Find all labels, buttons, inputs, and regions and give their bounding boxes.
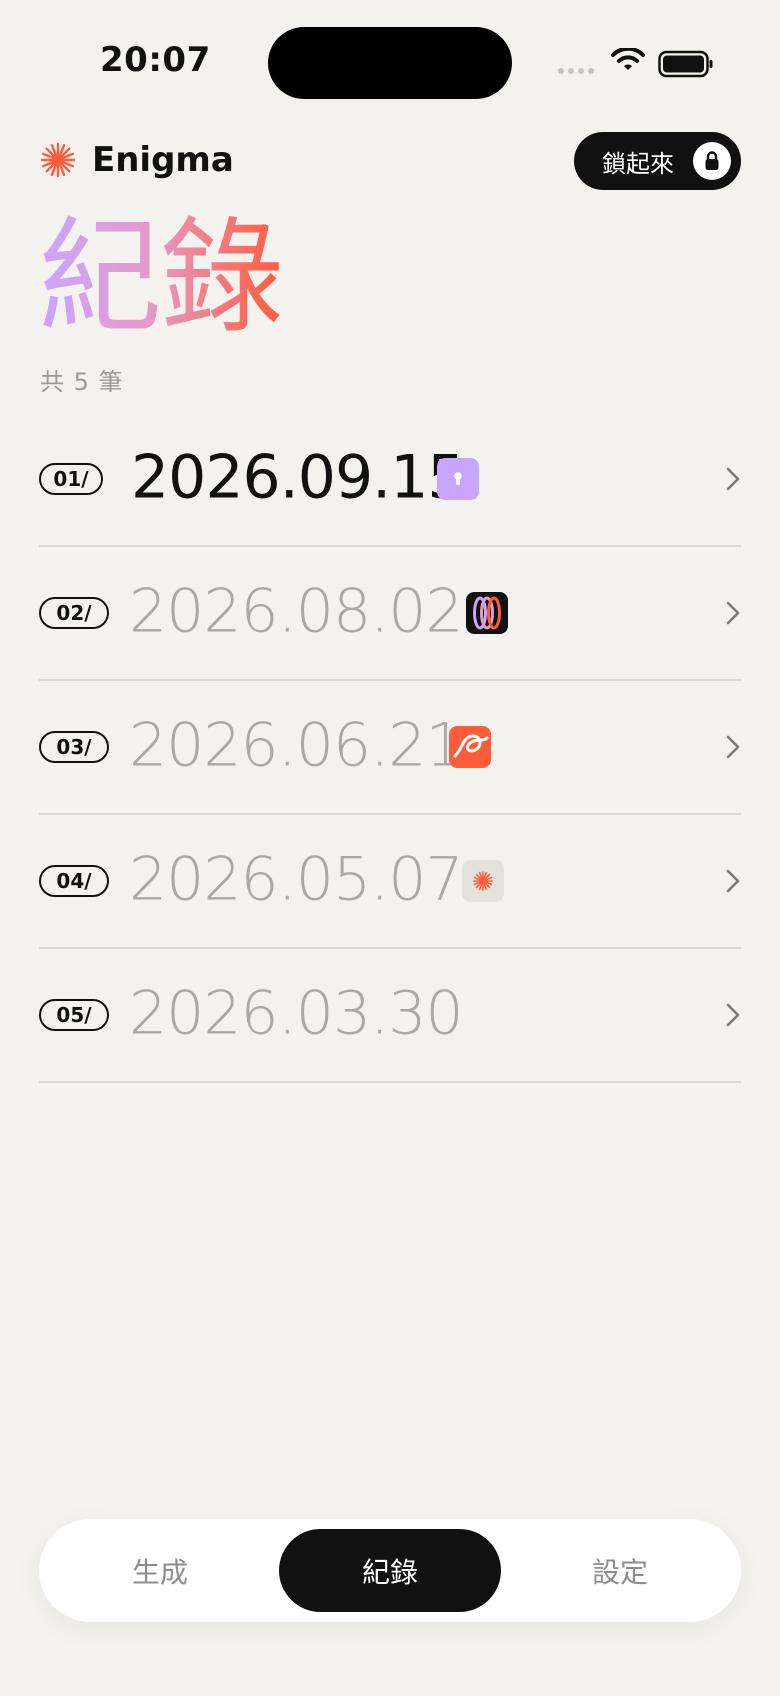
record-index: 04/ — [39, 865, 109, 897]
record-row-1[interactable]: 01/ 2026.09.15 — [39, 413, 741, 547]
status-time: 20:07 — [100, 40, 211, 80]
chevron-right-icon — [726, 1003, 740, 1027]
chevron-right-icon — [726, 467, 740, 491]
tab-records[interactable]: 紀錄 — [279, 1529, 501, 1612]
record-date: 2026.08.02 — [129, 576, 464, 647]
chevron-right-icon — [726, 601, 740, 625]
lock-button-label: 鎖起來 — [602, 149, 674, 178]
sunburst-icon — [462, 860, 504, 902]
record-index: 03/ — [39, 731, 109, 763]
tab-settings[interactable]: 設定 — [509, 1529, 731, 1612]
cellular-signal-icon — [558, 68, 594, 74]
swirl-icon — [449, 726, 491, 768]
tab-bar: 生成 紀錄 設定 — [39, 1519, 741, 1622]
record-row-2[interactable]: 02/ 2026.08.02 — [39, 547, 741, 681]
record-date: 2026.05.07 — [129, 844, 464, 915]
record-index: 01/ — [39, 463, 103, 495]
record-date: 2026.06.21 — [129, 710, 464, 781]
record-row-3[interactable]: 03/ 2026.06.21 — [39, 681, 741, 815]
brand: Enigma — [40, 140, 234, 180]
record-index: 02/ — [39, 597, 109, 629]
sunburst-logo-icon — [40, 142, 76, 178]
record-index: 05/ — [39, 999, 109, 1031]
record-row-4[interactable]: 04/ 2026.05.07 — [39, 815, 741, 949]
record-row-5[interactable]: 05/ 2026.03.30 — [39, 949, 741, 1083]
wifi-icon — [611, 48, 645, 70]
rings-icon — [466, 592, 508, 634]
record-count: 共 5 筆 — [40, 368, 124, 396]
page-title: 紀錄 — [38, 206, 284, 350]
battery-icon — [658, 50, 713, 78]
lock-keyhole-icon — [437, 458, 479, 500]
lock-icon — [693, 142, 731, 180]
dynamic-island — [268, 27, 512, 99]
chevron-right-icon — [726, 735, 740, 759]
app-name: Enigma — [92, 140, 234, 180]
record-date: 2026.09.15 — [131, 442, 466, 513]
tab-generate[interactable]: 生成 — [49, 1529, 271, 1612]
chevron-right-icon — [726, 869, 740, 893]
record-date: 2026.03.30 — [129, 978, 464, 1049]
lock-button[interactable]: 鎖起來 — [574, 132, 741, 190]
